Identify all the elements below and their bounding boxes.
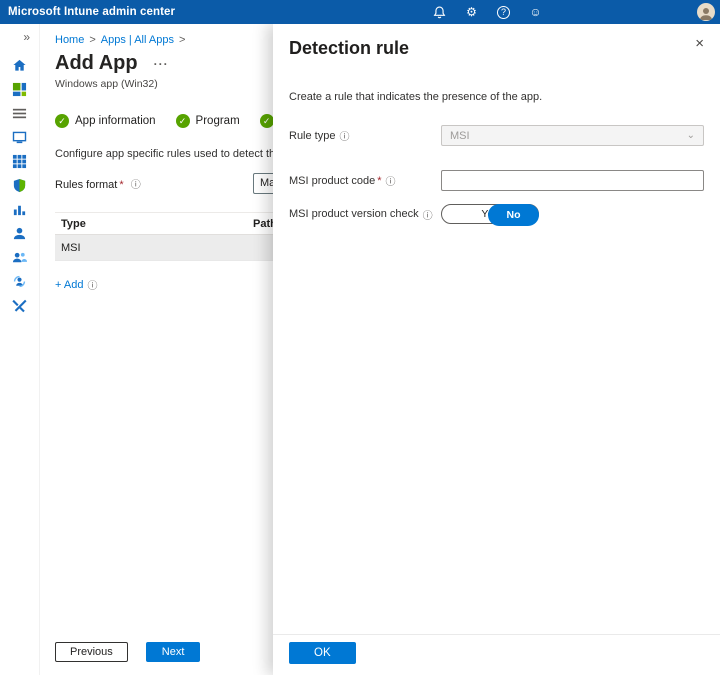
sidebar-item-dashboard[interactable] <box>7 82 33 97</box>
feedback-icon[interactable]: ☺ <box>528 5 543 20</box>
info-icon[interactable]: ⓘ <box>423 207 433 222</box>
info-icon[interactable]: ⓘ <box>131 180 141 191</box>
check-icon: ✓ <box>260 114 274 128</box>
wizard-footer: Previous Next <box>55 642 200 662</box>
user-icon <box>12 226 27 241</box>
sidebar-item-home[interactable] <box>7 58 33 73</box>
topbar-icons: ⚙ ? ☺ <box>432 0 543 24</box>
settings-icon[interactable]: ⚙ <box>464 5 479 20</box>
shield-icon <box>12 178 27 193</box>
column-type: Type <box>55 218 253 230</box>
breadcrumb-separator: > <box>179 34 185 46</box>
product-code-row: MSI product code* ⓘ <box>289 170 704 191</box>
sidebar-item-devices[interactable] <box>7 130 33 145</box>
detection-rule-panel: × Detection rule Create a rule that indi… <box>273 24 720 675</box>
close-icon[interactable]: × <box>695 36 704 51</box>
cell-type: MSI <box>55 242 253 254</box>
more-menu-button[interactable]: ··· <box>154 57 169 71</box>
sidebar-collapse-button[interactable]: » <box>0 24 39 46</box>
troubleshoot-icon <box>12 298 27 313</box>
product-code-label: MSI product code <box>289 175 375 187</box>
chevron-down-icon: ⌄ <box>687 130 695 141</box>
sidebar-item-tenant-administration[interactable] <box>7 274 33 289</box>
info-icon: ⓘ <box>87 277 97 292</box>
product-code-input[interactable] <box>441 170 704 191</box>
version-check-toggle[interactable]: Yes No <box>441 204 539 224</box>
required-mark: * <box>119 179 123 191</box>
required-mark: * <box>377 175 381 187</box>
breadcrumb-home[interactable]: Home <box>55 34 84 46</box>
step-program[interactable]: ✓ Program <box>176 114 240 128</box>
page-title: Add App <box>55 52 138 75</box>
ok-button[interactable]: OK <box>289 642 356 664</box>
panel-description: Create a rule that indicates the presenc… <box>289 91 704 103</box>
avatar[interactable] <box>697 3 715 21</box>
info-icon[interactable]: ⓘ <box>339 128 349 143</box>
version-check-label: MSI product version check <box>289 208 419 220</box>
monitor-icon <box>12 130 27 145</box>
rule-type-label: Rule type <box>289 130 335 142</box>
version-check-row: MSI product version check ⓘ Yes No <box>289 204 704 224</box>
topbar: Microsoft Intune admin center ⚙ ? ☺ <box>0 0 720 24</box>
help-icon[interactable]: ? <box>496 5 511 20</box>
app-title[interactable]: Microsoft Intune admin center <box>8 6 175 18</box>
step-app-information[interactable]: ✓ App information <box>55 114 156 128</box>
check-icon: ✓ <box>55 114 69 128</box>
sidebar-item-all-services[interactable] <box>7 106 33 121</box>
list-icon <box>12 106 27 121</box>
notifications-icon[interactable] <box>432 5 447 20</box>
sidebar-item-reports[interactable] <box>7 202 33 217</box>
panel-divider <box>273 634 720 635</box>
rules-format-label: Rules format <box>55 179 117 191</box>
dashboard-icon <box>12 82 27 97</box>
apps-grid-icon <box>12 154 27 169</box>
sidebar-item-users[interactable] <box>7 226 33 241</box>
sidebar-nav <box>0 58 39 313</box>
next-button[interactable]: Next <box>146 642 201 662</box>
people-icon <box>12 250 27 265</box>
check-icon: ✓ <box>176 114 190 128</box>
breadcrumb-apps-all-apps[interactable]: Apps | All Apps <box>101 34 174 46</box>
sidebar-item-endpoint-security[interactable] <box>7 178 33 193</box>
panel-title: Detection rule <box>289 38 704 59</box>
sidebar-item-apps[interactable] <box>7 154 33 169</box>
sidebar-item-troubleshooting[interactable] <box>7 298 33 313</box>
tenant-admin-icon <box>12 274 27 289</box>
add-rule-link[interactable]: + Add <box>55 279 83 291</box>
bar-chart-icon <box>12 202 27 217</box>
rule-type-row: Rule type ⓘ MSI ⌄ <box>289 125 704 146</box>
toggle-no[interactable]: No <box>488 204 539 226</box>
info-icon[interactable]: ⓘ <box>386 173 396 188</box>
step-label: App information <box>75 115 156 127</box>
previous-button[interactable]: Previous <box>55 642 128 662</box>
rule-type-value: MSI <box>450 130 470 142</box>
sidebar-item-groups[interactable] <box>7 250 33 265</box>
sidebar: » <box>0 24 40 675</box>
breadcrumb-separator: > <box>89 34 95 46</box>
rule-type-dropdown[interactable]: MSI ⌄ <box>441 125 704 146</box>
home-icon <box>12 58 27 73</box>
step-label: Program <box>196 115 240 127</box>
